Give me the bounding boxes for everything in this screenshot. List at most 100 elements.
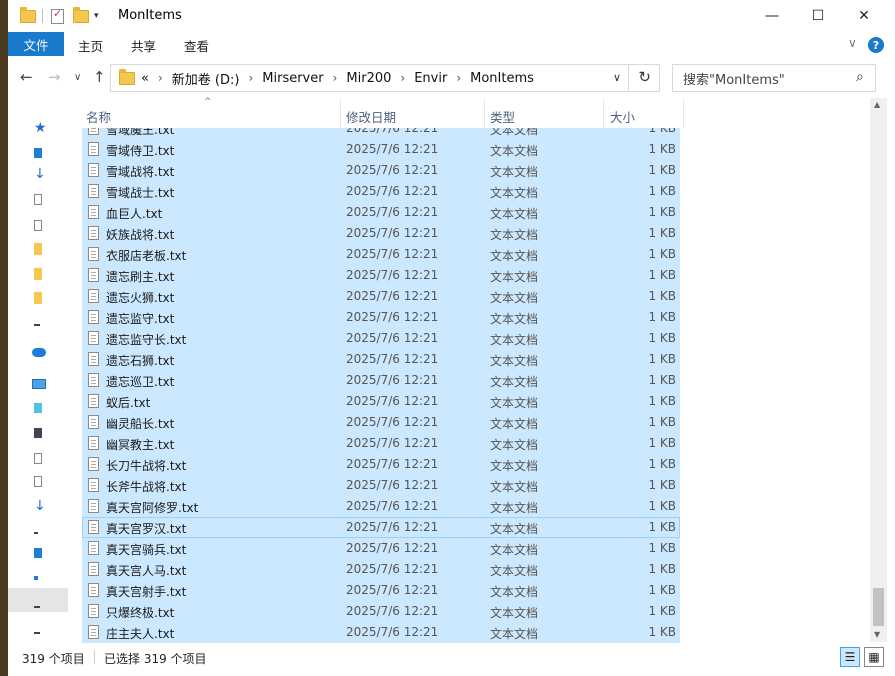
- drive-icon[interactable]: [34, 324, 40, 326]
- videos-icon[interactable]: [34, 428, 42, 438]
- file-row[interactable]: 遗忘刷主.txt 2025/7/6 12:21 文本文档 1 KB: [82, 265, 680, 286]
- address-bar[interactable]: « › 新加卷 (D:) › Mirserver › Mir200 › Envi…: [110, 64, 660, 92]
- desktop-icon[interactable]: [34, 548, 42, 558]
- file-row[interactable]: 庄主夫人.txt 2025/7/6 12:21 文本文档 1 KB: [82, 622, 680, 643]
- file-row[interactable]: 真天宫骑兵.txt 2025/7/6 12:21 文本文档 1 KB: [82, 538, 680, 559]
- customize-toolbar-dropdown-icon[interactable]: ▾: [94, 6, 99, 26]
- file-row[interactable]: 只爆终极.txt 2025/7/6 12:21 文本文档 1 KB: [82, 601, 680, 622]
- vertical-scrollbar[interactable]: ▲ ▼: [870, 98, 887, 642]
- forward-arrow-icon[interactable]: →: [48, 68, 61, 86]
- quick-access-folder-icon[interactable]: [20, 6, 36, 26]
- chevron-right-icon[interactable]: ›: [333, 71, 338, 85]
- file-row[interactable]: 遗忘火狮.txt 2025/7/6 12:21 文本文档 1 KB: [82, 286, 680, 307]
- folder-icon[interactable]: [34, 268, 42, 280]
- column-name-header[interactable]: 名称: [86, 107, 111, 126]
- file-row[interactable]: 长斧牛战将.txt 2025/7/6 12:21 文本文档 1 KB: [82, 475, 680, 496]
- chevron-right-icon[interactable]: ›: [400, 71, 405, 85]
- new-folder-icon[interactable]: [73, 6, 89, 26]
- file-row[interactable]: 真天宫人马.txt 2025/7/6 12:21 文本文档 1 KB: [82, 559, 680, 580]
- tab-share[interactable]: 共享: [131, 36, 156, 55]
- column-size-header[interactable]: 大小: [610, 107, 635, 126]
- breadcrumb: « › 新加卷 (D:) › Mirserver › Mir200 › Envi…: [141, 69, 534, 88]
- documents-icon[interactable]: [34, 194, 42, 205]
- file-row[interactable]: 遗忘巡卫.txt 2025/7/6 12:21 文本文档 1 KB: [82, 370, 680, 391]
- file-type: 文本文档: [490, 333, 539, 347]
- downloads-icon[interactable]: ↓: [34, 498, 46, 514]
- quick-access-star-icon[interactable]: ★: [34, 120, 47, 136]
- file-row[interactable]: 真天宫罗汉.txt 2025/7/6 12:21 文本文档 1 KB: [82, 517, 680, 538]
- pictures-icon[interactable]: [34, 453, 42, 464]
- desktop-icon[interactable]: [34, 148, 42, 158]
- file-size: 1 KB: [648, 415, 676, 429]
- recent-locations-chevron-icon[interactable]: ∨: [74, 72, 81, 83]
- close-button[interactable]: ✕: [841, 0, 887, 32]
- help-icon[interactable]: ?: [868, 37, 884, 53]
- file-size: 1 KB: [648, 562, 676, 576]
- file-row[interactable]: 幽灵船长.txt 2025/7/6 12:21 文本文档 1 KB: [82, 412, 680, 433]
- file-row[interactable]: 真天宫阿修罗.txt 2025/7/6 12:21 文本文档 1 KB: [82, 496, 680, 517]
- file-row[interactable]: 妖族战将.txt 2025/7/6 12:21 文本文档 1 KB: [82, 223, 680, 244]
- scrollbar-thumb[interactable]: [873, 588, 884, 626]
- breadcrumb-monitems[interactable]: MonItems: [470, 71, 534, 86]
- breadcrumb-overflow[interactable]: «: [141, 71, 149, 86]
- file-name: 遗忘监守长.txt: [106, 333, 187, 347]
- scroll-down-arrow-icon[interactable]: ▼: [874, 630, 880, 639]
- file-row[interactable]: 蚁后.txt 2025/7/6 12:21 文本文档 1 KB: [82, 391, 680, 412]
- file-row[interactable]: 幽冥教主.txt 2025/7/6 12:21 文本文档 1 KB: [82, 433, 680, 454]
- file-row[interactable]: 遗忘石狮.txt 2025/7/6 12:21 文本文档 1 KB: [82, 349, 680, 370]
- breadcrumb-envir[interactable]: Envir: [414, 71, 447, 86]
- back-arrow-icon[interactable]: ←: [20, 68, 33, 86]
- file-row[interactable]: 遗忘监守长.txt 2025/7/6 12:21 文本文档 1 KB: [82, 328, 680, 349]
- chevron-right-icon[interactable]: ›: [248, 71, 253, 85]
- downloads-icon[interactable]: ↓: [34, 166, 46, 182]
- scroll-up-arrow-icon[interactable]: ▲: [874, 100, 880, 109]
- column-divider[interactable]: [683, 100, 684, 128]
- column-type-header[interactable]: 类型: [490, 107, 515, 126]
- column-divider[interactable]: [603, 100, 604, 128]
- properties-icon[interactable]: [51, 6, 64, 26]
- column-divider[interactable]: [484, 100, 485, 128]
- file-row[interactable]: 雪域侍卫.txt 2025/7/6 12:21 文本文档 1 KB: [82, 139, 680, 160]
- tab-view[interactable]: 查看: [184, 36, 209, 55]
- pictures-icon[interactable]: [34, 220, 42, 231]
- minimize-button[interactable]: —: [749, 0, 795, 32]
- folder-icon[interactable]: [34, 292, 42, 304]
- refresh-icon[interactable]: ↻: [638, 68, 651, 86]
- expand-ribbon-icon[interactable]: ∨: [848, 36, 857, 50]
- column-date-header[interactable]: 修改日期: [346, 107, 396, 126]
- file-row[interactable]: 衣服店老板.txt 2025/7/6 12:21 文本文档 1 KB: [82, 244, 680, 265]
- column-divider[interactable]: [340, 100, 341, 128]
- local-disk-icon[interactable]: [34, 576, 38, 580]
- file-row[interactable]: 真天宫射手.txt 2025/7/6 12:21 文本文档 1 KB: [82, 580, 680, 601]
- 3d-objects-icon[interactable]: [34, 403, 42, 413]
- search-icon[interactable]: ⌕: [856, 69, 889, 85]
- breadcrumb-mirserver[interactable]: Mirserver: [262, 71, 323, 86]
- music-icon[interactable]: [34, 532, 38, 534]
- file-row[interactable]: 雪域魔王.txt 2025/7/6 12:21 文本文档 1 KB: [82, 128, 680, 139]
- chevron-right-icon[interactable]: ›: [456, 71, 461, 85]
- folder-icon[interactable]: [34, 243, 42, 255]
- file-row[interactable]: 雪域战将.txt 2025/7/6 12:21 文本文档 1 KB: [82, 160, 680, 181]
- up-arrow-icon[interactable]: ↑: [93, 68, 106, 86]
- large-icons-view-icon[interactable]: ▦: [864, 647, 884, 667]
- onedrive-cloud-icon[interactable]: [32, 348, 46, 357]
- maximize-button[interactable]: ☐: [795, 0, 841, 32]
- navigation-pane: ★ ↓ ↓: [8, 98, 68, 642]
- this-pc-icon[interactable]: [32, 379, 46, 389]
- file-row[interactable]: 雪域战士.txt 2025/7/6 12:21 文本文档 1 KB: [82, 181, 680, 202]
- tab-home[interactable]: 主页: [78, 36, 103, 55]
- file-row[interactable]: 长刀牛战将.txt 2025/7/6 12:21 文本文档 1 KB: [82, 454, 680, 475]
- documents-icon[interactable]: [34, 476, 42, 487]
- breadcrumb-mir200[interactable]: Mir200: [346, 71, 391, 86]
- details-view-icon[interactable]: ☰: [840, 647, 860, 667]
- breadcrumb-drive[interactable]: 新加卷 (D:): [172, 69, 240, 88]
- file-row[interactable]: 遗忘监守.txt 2025/7/6 12:21 文本文档 1 KB: [82, 307, 680, 328]
- file-row[interactable]: 血巨人.txt 2025/7/6 12:21 文本文档 1 KB: [82, 202, 680, 223]
- tab-file[interactable]: 文件: [8, 32, 64, 56]
- nav-selected-item[interactable]: [8, 588, 68, 612]
- search-input[interactable]: 搜索"MonItems": [672, 64, 876, 92]
- file-name: 幽灵船长.txt: [106, 417, 175, 431]
- drive-icon[interactable]: [34, 606, 40, 608]
- drive-icon[interactable]: [34, 632, 40, 634]
- address-dropdown-icon[interactable]: ∨: [613, 71, 621, 84]
